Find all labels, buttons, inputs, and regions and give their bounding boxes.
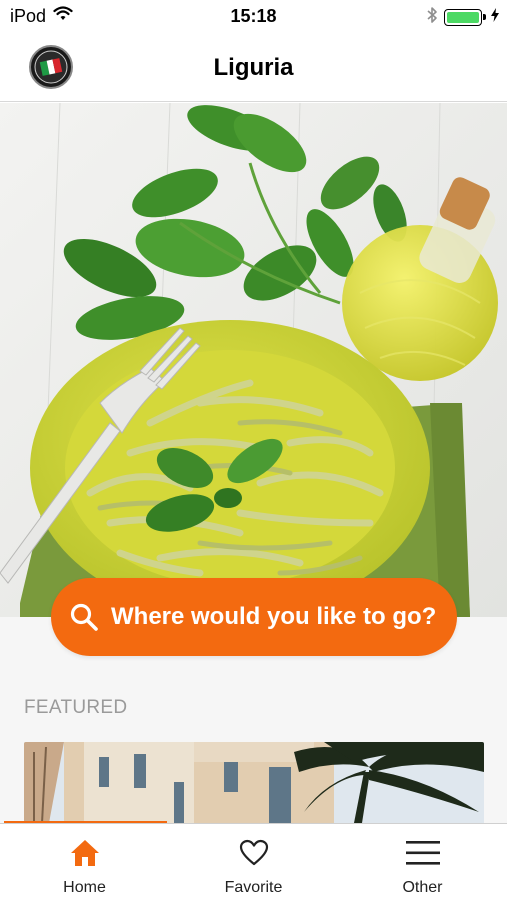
tab-bar: Home Favorite Other [0, 823, 507, 900]
status-bar: iPod 15:18 [0, 0, 507, 34]
menu-icon [405, 837, 440, 869]
tab-favorite[interactable]: Favorite [169, 824, 338, 900]
search-icon [69, 602, 99, 632]
featured-section-title: FEATURED [24, 697, 128, 718]
status-right [427, 6, 499, 29]
tab-other-label: Other [402, 879, 443, 896]
battery-icon [444, 9, 486, 26]
tab-other[interactable]: Other [338, 824, 507, 900]
battery-level [447, 12, 479, 23]
bluetooth-icon [427, 6, 438, 29]
search-label: Where would you like to go? [111, 603, 437, 630]
charging-icon [491, 8, 499, 27]
hero-image [0, 103, 507, 617]
heart-icon [239, 837, 269, 869]
featured-card-image [24, 742, 484, 823]
featured-card[interactable] [24, 742, 484, 823]
navigation-bar: Liguria [0, 34, 507, 102]
home-icon [69, 837, 101, 869]
tab-favorite-label: Favorite [224, 879, 283, 896]
tab-home-label: Home [63, 879, 106, 896]
tab-home[interactable]: Home [0, 824, 169, 900]
page-title: Liguria [213, 54, 294, 81]
search-button[interactable]: Where would you like to go? [51, 578, 457, 656]
